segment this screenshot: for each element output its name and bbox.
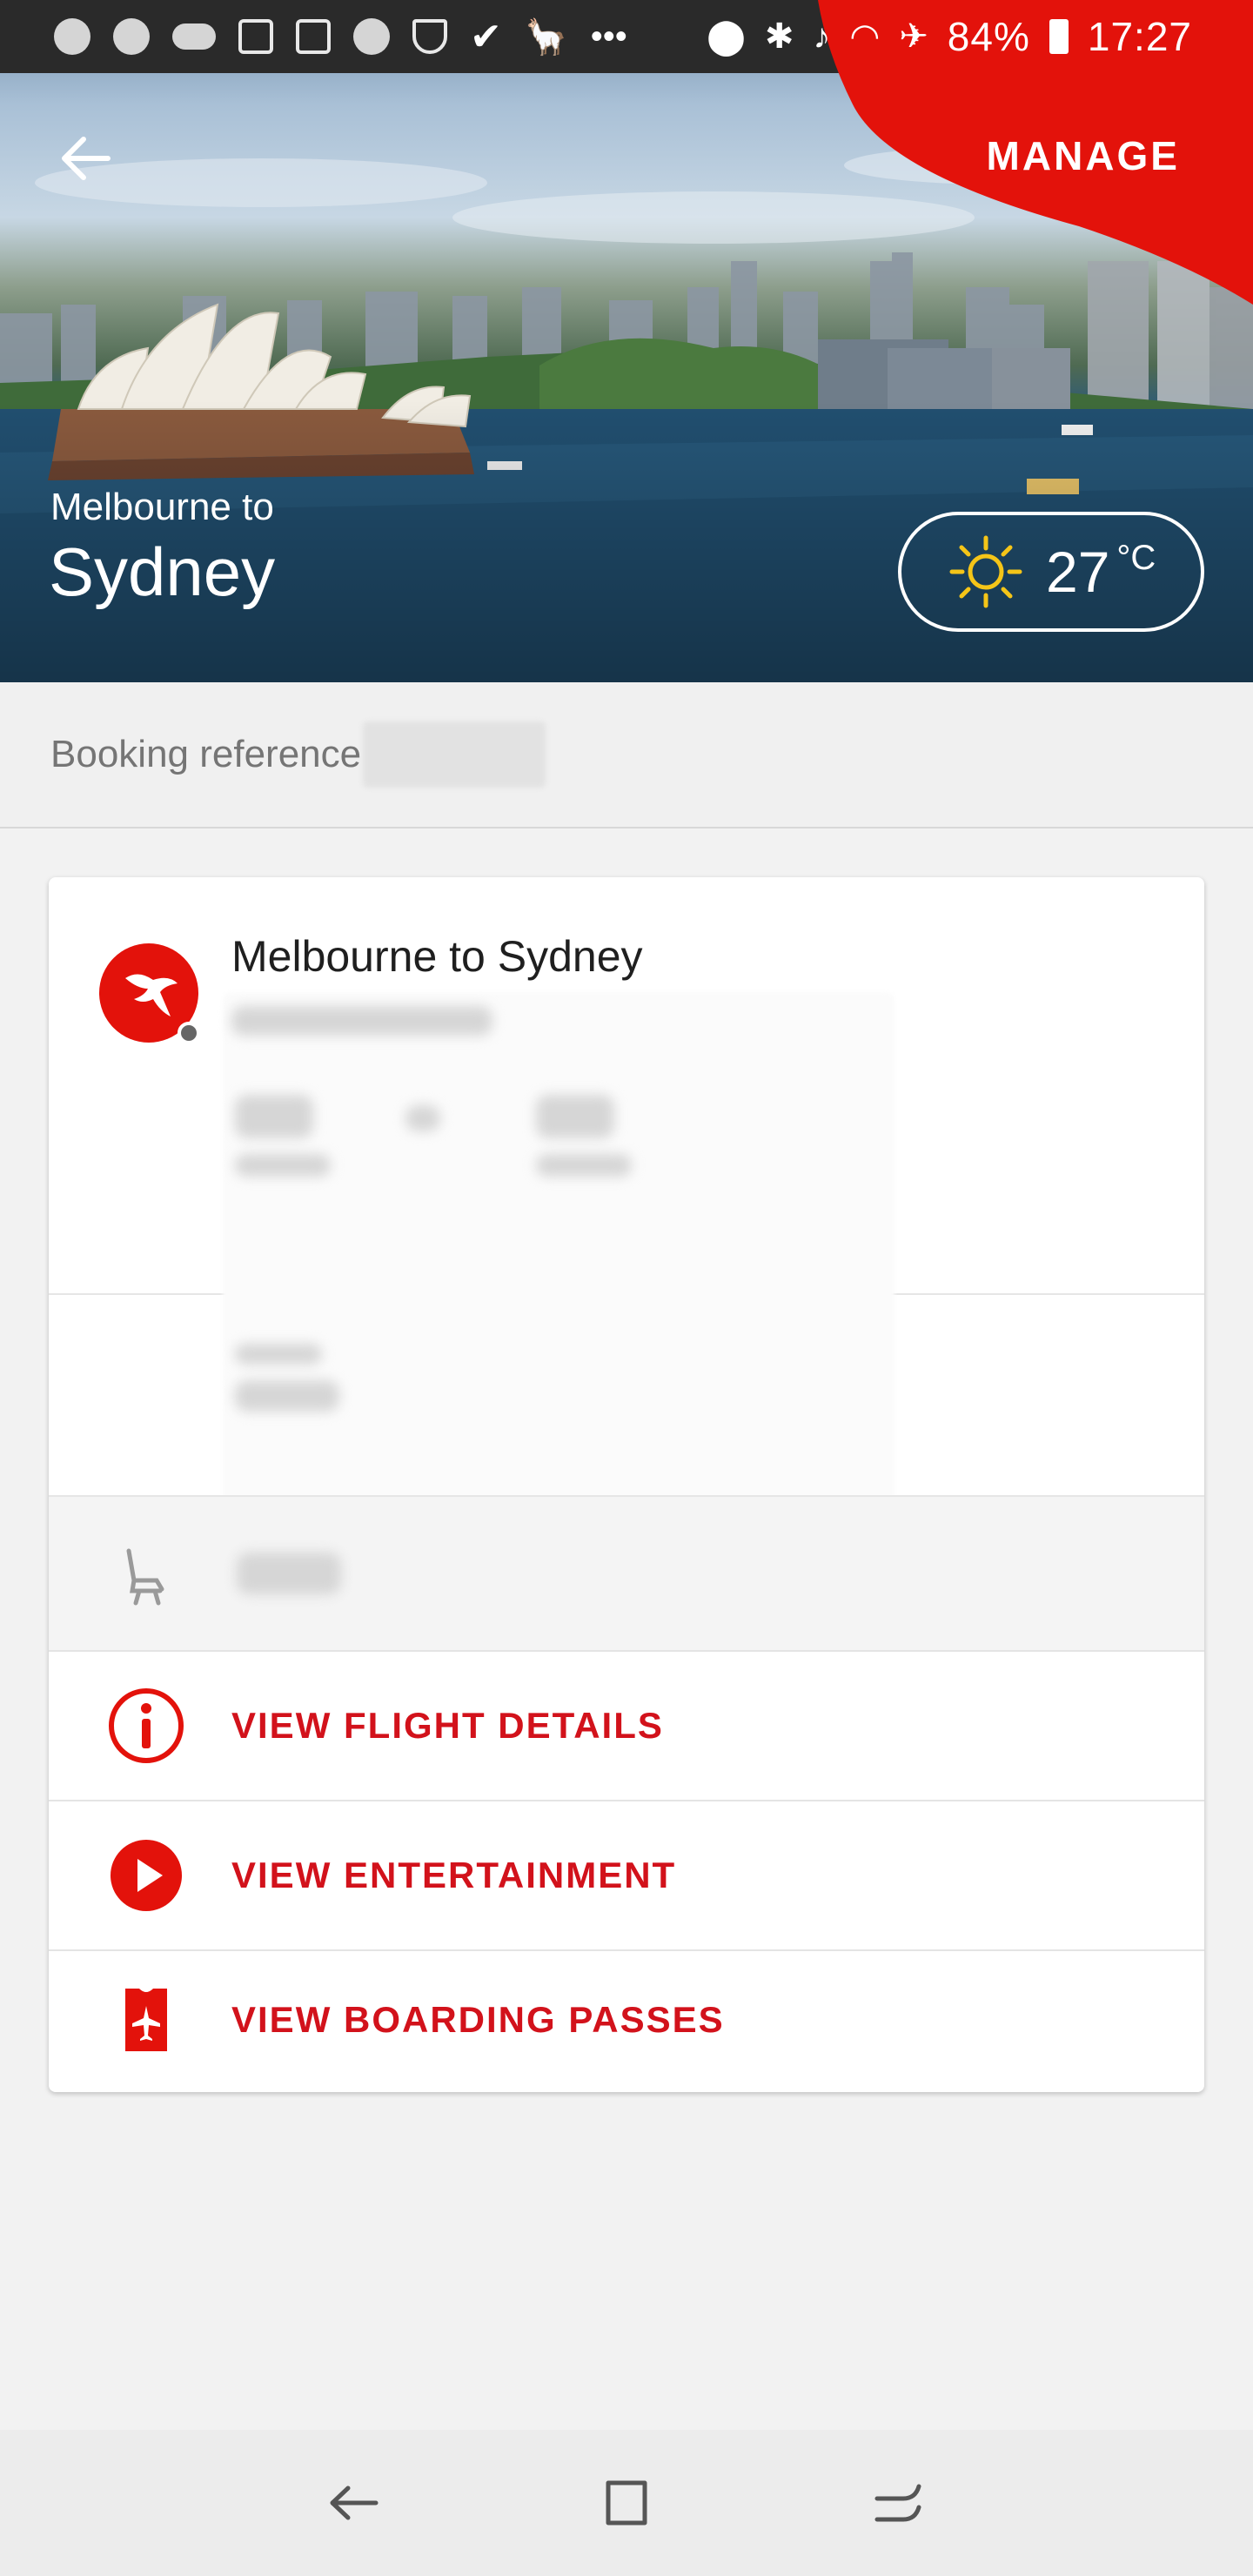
view-entertainment-button[interactable]: VIEW ENTERTAINMENT — [49, 1801, 1204, 1949]
battery-percentage: 84% — [947, 14, 1030, 59]
redacted-detail-label — [235, 1344, 322, 1365]
seat-row — [49, 1497, 1204, 1650]
back-button[interactable] — [57, 131, 113, 186]
robot-icon — [353, 18, 390, 55]
clock: 17:27 — [1087, 14, 1192, 59]
redacted-seat-number — [237, 1553, 341, 1594]
battery-icon — [1049, 19, 1069, 54]
destination-title: Sydney — [49, 533, 276, 610]
redacted-departure-airport — [235, 1154, 331, 1177]
view-flight-details-button[interactable]: VIEW FLIGHT DETAILS — [49, 1652, 1204, 1800]
calendar-icon — [238, 19, 273, 54]
play-icon — [111, 1840, 182, 1911]
system-navigation-bar — [0, 2430, 1253, 2576]
origin-label: Melbourne to — [50, 486, 274, 528]
back-arrow-icon — [62, 137, 111, 180]
seat-icon — [126, 1548, 164, 1606]
redacted-plane-icon — [405, 1105, 440, 1131]
action-label: VIEW FLIGHT DETAILS — [231, 1705, 664, 1746]
booking-reference-bar: Booking reference — [0, 682, 1253, 828]
mute-icon: ♪ — [813, 17, 831, 56]
location-icon: ⬤ — [707, 17, 746, 56]
checkmark-icon: ✔ — [470, 15, 502, 58]
boarding-pass-icon — [125, 1989, 167, 2051]
manage-button[interactable]: MANAGE — [987, 132, 1180, 179]
nav-back-button[interactable] — [319, 2468, 389, 2538]
view-boarding-passes-button[interactable]: VIEW BOARDING PASSES — [49, 1946, 1204, 2092]
nav-home-button[interactable] — [592, 2468, 661, 2538]
back-icon — [330, 2485, 379, 2520]
notification-icons: ✔ 🦙 ••• — [54, 15, 707, 59]
more-icon: ••• — [590, 17, 627, 56]
image-icon — [296, 19, 331, 54]
status-dot — [178, 1022, 200, 1044]
system-status: ⬤ ✱ ♪ ◠ ✈ 84% 17:27 — [707, 13, 1192, 60]
redacted-arrival-airport — [536, 1154, 632, 1177]
bluetooth-icon: ✱ — [764, 17, 794, 56]
messenger-icon — [113, 18, 150, 55]
home-square-icon — [606, 2480, 647, 2526]
action-label: VIEW ENTERTAINMENT — [231, 1855, 677, 1895]
llama-icon: 🦙 — [524, 17, 568, 57]
action-label: VIEW BOARDING PASSES — [231, 1999, 725, 2040]
cloud-icon — [172, 23, 216, 50]
booking-reference-redacted — [363, 721, 546, 788]
messenger-icon — [54, 18, 90, 55]
shield-icon — [412, 19, 447, 54]
sun-icon — [949, 535, 1022, 608]
flight-route-title: Melbourne to Sydney — [231, 932, 643, 981]
info-icon — [109, 1688, 184, 1763]
recents-icon — [874, 2484, 921, 2522]
temperature-unit: °C — [1116, 538, 1156, 577]
redacted-detail-value — [235, 1380, 339, 1412]
redacted-date — [231, 1006, 492, 1036]
redacted-flight-info — [223, 992, 895, 1549]
wifi-icon: ◠ — [849, 17, 881, 56]
booking-reference-label: Booking reference — [50, 733, 362, 775]
flight-card: Melbourne to Sydney VIEW FLIGHT DETAILS — [49, 877, 1204, 2092]
redacted-arrival-time — [536, 1095, 614, 1138]
redacted-departure-time — [235, 1095, 313, 1138]
weather-badge: 27 °C — [898, 512, 1204, 632]
temperature-value: 27 — [1046, 540, 1110, 604]
nav-recents-button[interactable] — [864, 2468, 934, 2538]
airplane-mode-icon: ✈ — [899, 17, 928, 56]
